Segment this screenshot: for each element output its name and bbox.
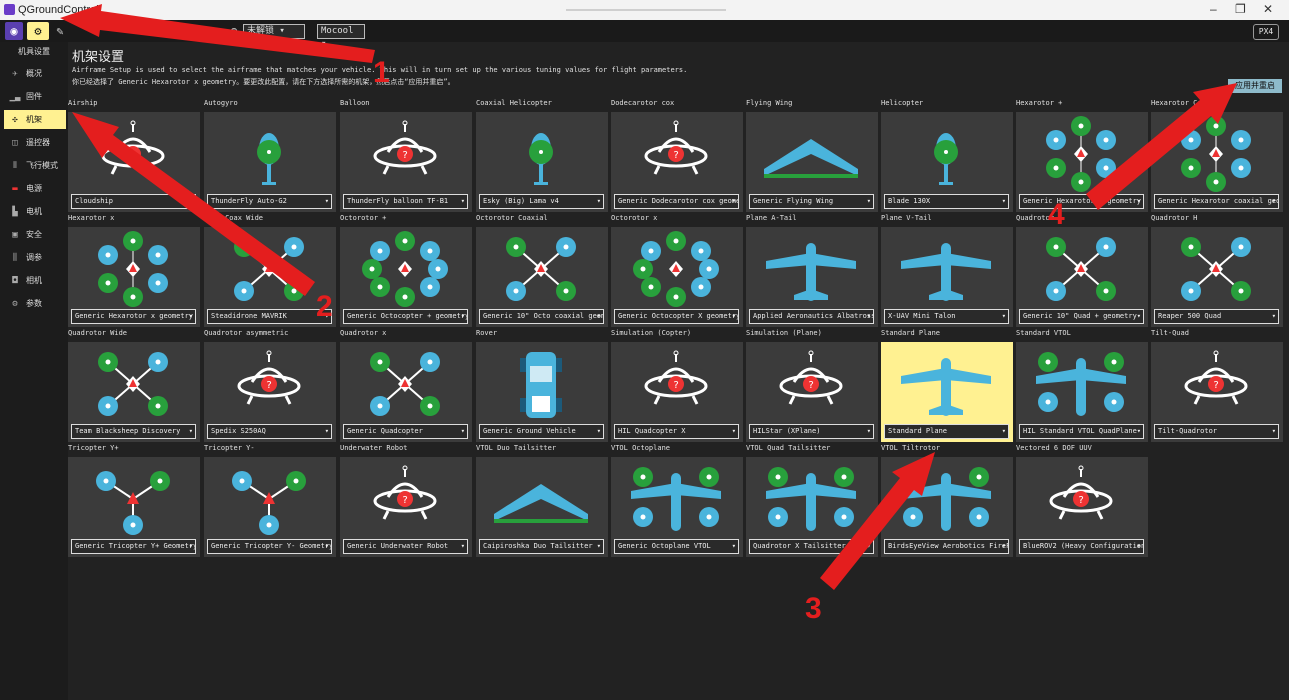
annotation-arrow-1 <box>60 4 375 63</box>
annotation-number-4: 4 <box>1048 198 1065 231</box>
annotation-arrow-4 <box>1086 83 1237 210</box>
annotation-number-3: 3 <box>805 592 822 625</box>
annotation-number-1: 1 <box>373 56 390 89</box>
annotation-overlay <box>60 4 1237 590</box>
annotation-arrow-3 <box>820 452 935 590</box>
annotation-number-2: 2 <box>316 290 333 323</box>
annotation-arrow-2 <box>72 112 315 296</box>
